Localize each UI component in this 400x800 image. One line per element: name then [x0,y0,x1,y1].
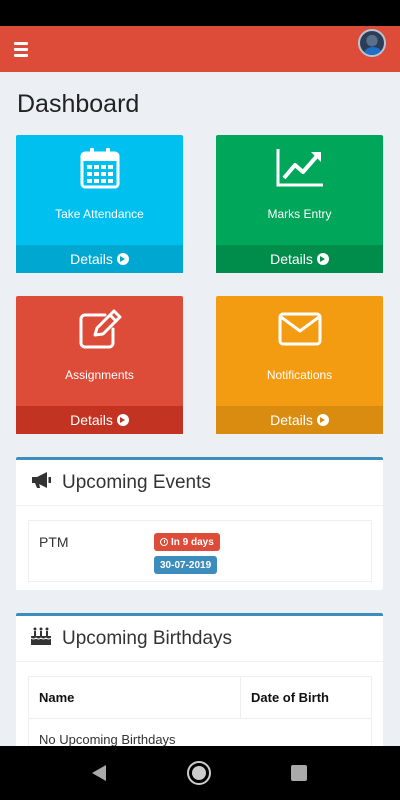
arrow-circle-right-icon [316,253,329,265]
status-bar [0,0,400,26]
page-title: Dashboard [17,90,140,118]
table-header-row: Name Date of Birth [28,676,372,719]
app-header [0,26,400,72]
edit-icon [16,308,183,350]
arrow-circle-right-icon [116,253,129,265]
details-label: Details [270,412,313,428]
panel-header: Upcoming Birthdays [16,616,383,662]
details-link[interactable]: Details [16,245,183,273]
event-name: PTM [39,534,69,550]
tile-label: Marks Entry [267,207,332,221]
tile-label: Notifications [266,368,333,382]
arrow-circle-right-icon [316,414,329,426]
event-row: PTM In 9 days 30-07-2019 [28,520,372,582]
envelope-icon [216,308,383,350]
menu-icon[interactable] [14,38,34,60]
column-header-name: Name [28,676,241,719]
upcoming-birthdays-panel: Upcoming Birthdays Name Date of Birth No… [16,613,383,763]
countdown-badge: In 9 days [154,533,220,551]
back-icon[interactable] [92,765,106,781]
panel-title: Upcoming Birthdays [62,627,233,649]
tile-label: Take Attendance [55,207,144,221]
arrow-circle-right-icon [116,414,129,426]
details-link[interactable]: Details [216,245,383,273]
notifications-tile[interactable]: Notifications Details [216,296,383,434]
take-attendance-tile[interactable]: Take Attendance Details [16,135,183,273]
home-icon[interactable] [187,761,211,785]
line-chart-icon [216,147,383,189]
countdown-text: In 9 days [171,536,214,548]
calendar-icon [16,147,183,189]
assignments-tile[interactable]: Assignments Details [16,296,183,434]
column-header-dob: Date of Birth [240,676,372,719]
panel-header: Upcoming Events [16,460,383,506]
recent-apps-icon[interactable] [291,765,307,781]
panel-title: Upcoming Events [62,471,211,493]
birthday-cake-icon [30,626,52,651]
system-nav-bar [0,746,400,800]
tile-label: Assignments [65,368,134,382]
details-link[interactable]: Details [16,406,183,434]
clock-icon [160,538,168,546]
bullhorn-icon [30,471,52,494]
details-link[interactable]: Details [216,406,383,434]
details-label: Details [70,251,113,267]
upcoming-events-panel: Upcoming Events PTM In 9 days 30-07-2019 [16,457,383,590]
avatar[interactable] [358,29,386,57]
details-label: Details [270,251,313,267]
date-badge: 30-07-2019 [154,556,218,574]
details-label: Details [70,412,113,428]
marks-entry-tile[interactable]: Marks Entry Details [216,135,383,273]
